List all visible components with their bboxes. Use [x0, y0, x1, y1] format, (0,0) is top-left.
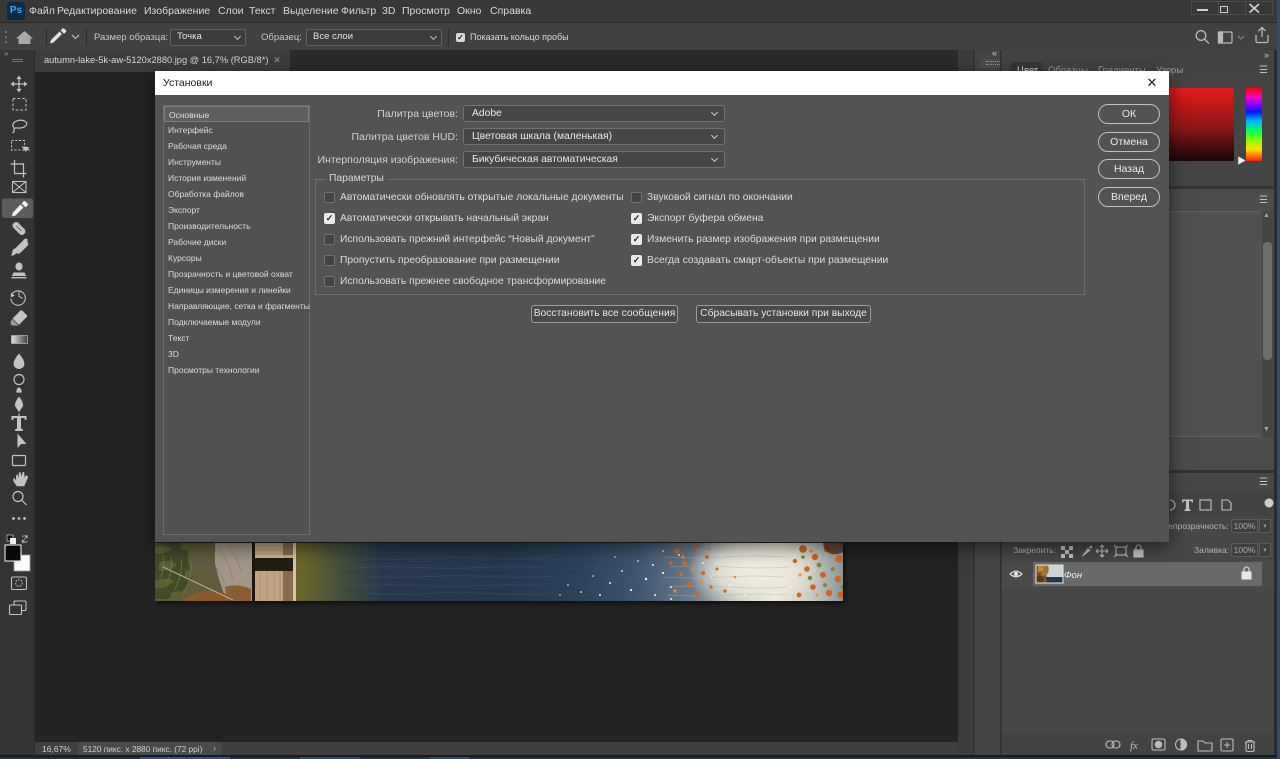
svg-text:fx: fx: [1130, 740, 1138, 752]
svg-text:Фон: Фон: [1064, 570, 1083, 581]
